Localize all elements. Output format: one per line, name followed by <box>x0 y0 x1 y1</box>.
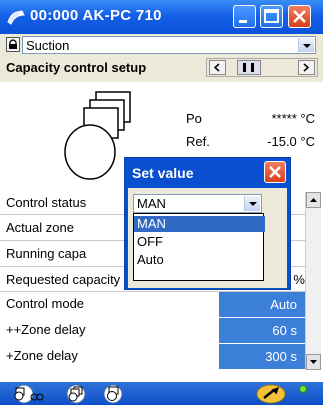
arrow-down-icon <box>310 360 317 364</box>
status-led-icon <box>299 385 307 393</box>
row-label-running-capacity: Running capa <box>6 246 87 261</box>
group-select[interactable]: Suction <box>22 36 316 54</box>
arrow-left-icon <box>213 63 220 72</box>
readout-ref-label: Ref. <box>186 134 210 149</box>
group-select-value: Suction <box>26 38 70 53</box>
close-icon <box>293 10 306 23</box>
dialog-close-button[interactable] <box>264 161 286 183</box>
lock-icon[interactable] <box>6 37 20 52</box>
wrench-icon[interactable] <box>255 384 287 404</box>
compressor-group-icon[interactable] <box>10 384 46 404</box>
scroll-down-button[interactable] <box>306 354 321 370</box>
arrow-up-icon <box>310 198 317 202</box>
compressors-icon[interactable] <box>58 384 94 404</box>
chevron-down-icon <box>298 38 314 52</box>
option-man[interactable]: MAN <box>134 216 265 232</box>
page-slider[interactable] <box>206 58 318 77</box>
minimize-button[interactable] <box>233 5 256 28</box>
row-label-control-mode: Control mode <box>6 296 85 311</box>
minimize-icon <box>239 20 247 23</box>
option-off[interactable]: OFF <box>134 234 265 250</box>
row-label-control-status: Control status <box>6 195 87 210</box>
grip-icon <box>243 63 254 72</box>
chevron-down-icon <box>244 196 260 211</box>
close-button[interactable] <box>288 5 311 28</box>
row-label-requested-capacity: Requested capacity <box>6 272 121 287</box>
set-value-select-value: MAN <box>137 196 166 211</box>
row-label-plus-zone-delay: +Zone delay <box>6 348 78 363</box>
compressor-icon[interactable] <box>98 384 128 404</box>
vertical-scrollbar[interactable] <box>305 192 321 370</box>
row-label-actual-zone: Actual zone <box>6 220 74 235</box>
control-mode-value[interactable]: Auto <box>219 292 305 317</box>
scroll-up-button[interactable] <box>306 192 321 208</box>
dialog-title: Set value <box>132 165 194 181</box>
app-icon <box>7 10 25 25</box>
close-icon <box>269 166 281 178</box>
arrow-right-icon <box>303 63 310 72</box>
plus-zone-delay-value[interactable]: 300 s <box>219 344 305 369</box>
slider-right-button[interactable] <box>298 60 315 75</box>
section-title: Capacity control setup <box>6 60 147 75</box>
option-auto[interactable]: Auto <box>134 252 265 268</box>
maximize-icon <box>264 9 279 23</box>
set-value-options-list: MAN OFF Auto <box>133 213 265 281</box>
readout-ref-value: -15.0 °C <box>267 134 315 149</box>
row-label-plus-plus-zone-delay: ++Zone delay <box>6 322 86 337</box>
plus-plus-zone-delay-value[interactable]: 60 s <box>219 318 305 343</box>
maximize-button[interactable] <box>260 5 283 28</box>
readout-po-value: ***** °C <box>271 111 316 126</box>
readout-po-label: Po <box>186 111 202 126</box>
slider-thumb[interactable] <box>237 60 261 75</box>
set-value-select[interactable]: MAN <box>133 194 262 213</box>
slider-left-button[interactable] <box>209 60 226 75</box>
window-title: 00:000 AK-PC 710 <box>30 7 162 24</box>
